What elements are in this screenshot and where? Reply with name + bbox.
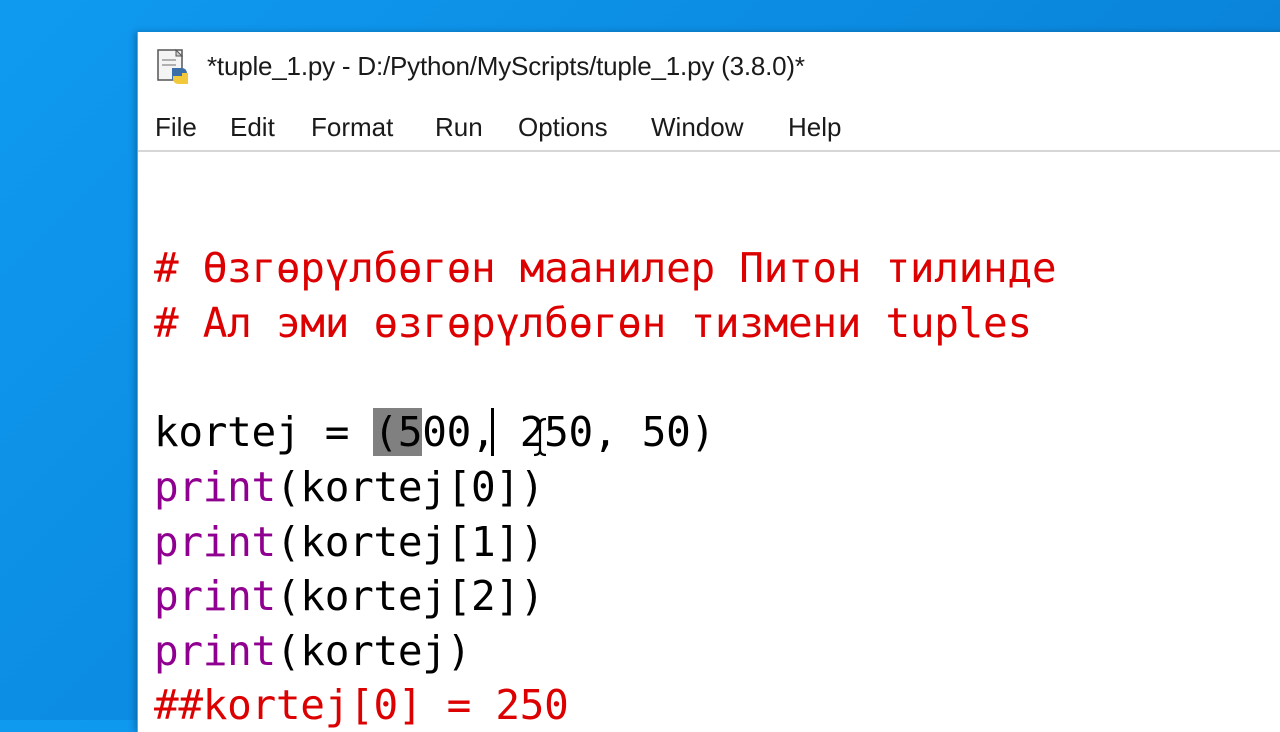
menu-window[interactable]: Window xyxy=(651,110,743,145)
menu-options[interactable]: Options xyxy=(518,110,608,145)
code-variable: kortej = xyxy=(154,408,374,456)
code-args: (kortej[2]) xyxy=(275,572,545,620)
code-builtin: print xyxy=(154,518,276,566)
menu-run[interactable]: Run xyxy=(435,110,483,145)
menu-bar: File Edit Format Run Options Window Help xyxy=(138,106,1280,152)
window-title: *tuple_1.py - D:/Python/MyScripts/tuple_… xyxy=(207,51,805,81)
menu-edit[interactable]: Edit xyxy=(230,110,275,145)
idle-editor-window: *tuple_1.py - D:/Python/MyScripts/tuple_… xyxy=(137,32,1280,732)
python-idle-icon xyxy=(157,48,188,84)
code-print-line: print(kortej) xyxy=(154,627,471,675)
code-args: (kortej) xyxy=(275,627,471,675)
menu-format[interactable]: Format xyxy=(311,110,393,145)
code-commented-line: ##kortej[0] = 250 xyxy=(154,681,569,729)
text-caret xyxy=(491,408,494,456)
text-selection: (5 xyxy=(373,408,423,456)
code-print-line: print(kortej[2]) xyxy=(154,572,544,620)
menu-file[interactable]: File xyxy=(155,110,197,145)
code-args: (kortej[0]) xyxy=(275,463,545,511)
ibeam-cursor-icon xyxy=(533,417,547,457)
code-print-line: print(kortej[0]) xyxy=(154,463,544,511)
code-builtin: print xyxy=(154,627,276,675)
code-comment-line: # Өзгөрүлбөгөн маанилер Питон тилинде xyxy=(154,244,1057,292)
code-print-line: print(kortej[1]) xyxy=(154,518,544,566)
menu-help[interactable]: Help xyxy=(788,110,841,145)
code-comment-line: # Ал эми өзгөрүлбөгөн тизмени tuples xyxy=(154,299,1032,347)
code-editor[interactable]: # Өзгөрүлбөгөн маанилер Питон тилинде # … xyxy=(138,152,1280,732)
code-line-assign: kortej = (500, 250, 50) xyxy=(154,408,715,456)
code-builtin: print xyxy=(154,572,276,620)
code-args: (kortej[1]) xyxy=(275,518,545,566)
title-bar[interactable]: *tuple_1.py - D:/Python/MyScripts/tuple_… xyxy=(138,32,1280,102)
code-builtin: print xyxy=(154,463,276,511)
code-tuple-literal: 00, 250, 50) xyxy=(422,408,715,456)
